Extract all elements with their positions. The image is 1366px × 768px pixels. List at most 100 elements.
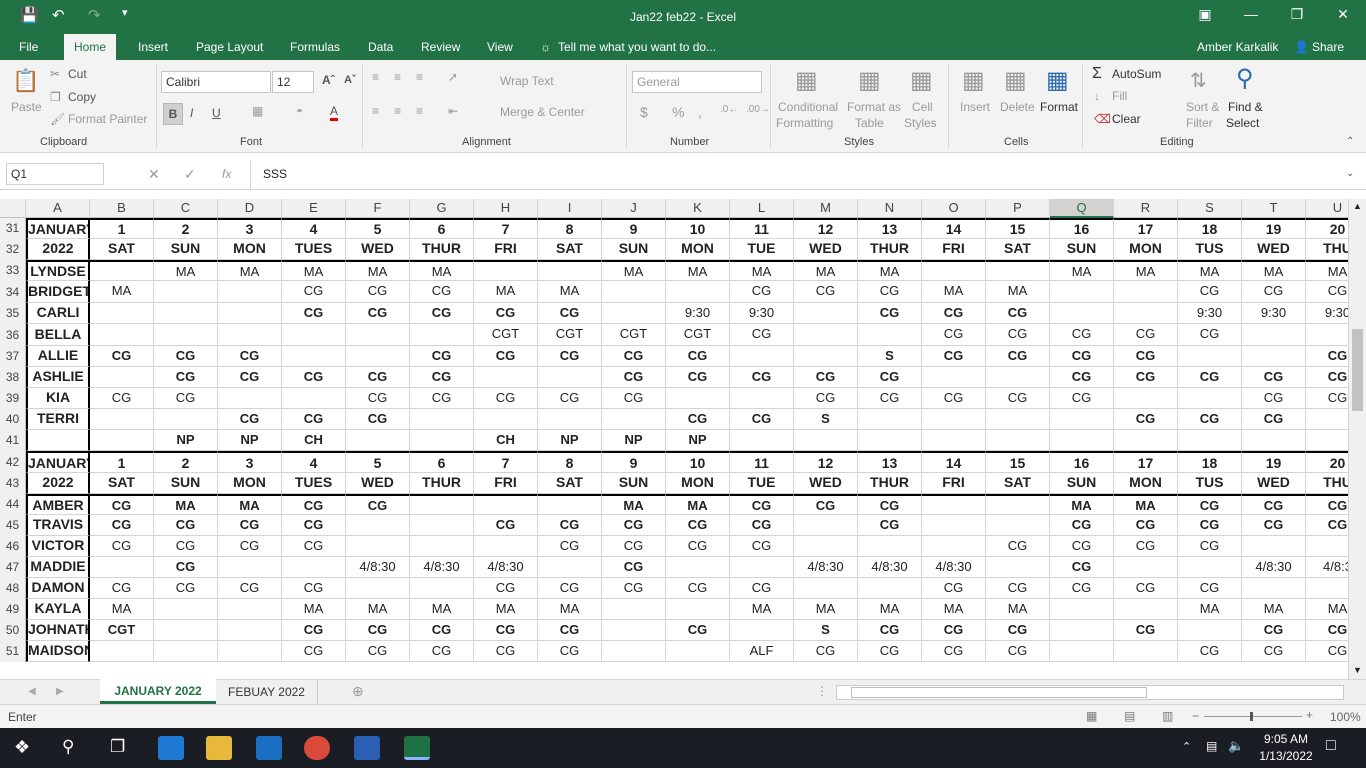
grid-cell[interactable] (90, 641, 154, 662)
grid-cell[interactable] (1050, 641, 1114, 662)
grid-cell[interactable] (730, 557, 794, 578)
grid-cell[interactable]: 4/8:30 (474, 557, 538, 578)
row-header[interactable]: 41 (0, 430, 26, 451)
column-header[interactable]: N (858, 199, 922, 218)
grid-cell[interactable]: CG (538, 346, 602, 367)
grid-cell[interactable] (602, 281, 666, 303)
grid-cell[interactable]: CG (346, 281, 410, 303)
row-header[interactable]: 48 (0, 578, 26, 599)
column-header[interactable]: I (538, 199, 602, 218)
grid-cell[interactable]: CG (218, 367, 282, 388)
grid-cell[interactable]: CG (666, 578, 730, 599)
grid-cell[interactable]: CG (794, 641, 858, 662)
grid-cell[interactable]: MON (666, 239, 730, 260)
grid-cell[interactable]: VICTOR (26, 536, 90, 557)
grid-cell[interactable]: CG (1178, 409, 1242, 430)
close-icon[interactable]: ✕ (1328, 6, 1358, 23)
formula-input[interactable]: SSS (250, 160, 1346, 189)
hscroll-thumb[interactable] (851, 687, 1147, 698)
grid-cell[interactable] (858, 578, 922, 599)
grid-cell[interactable]: CG (218, 578, 282, 599)
grid-cell[interactable]: MA (1050, 260, 1114, 281)
grid-cell[interactable]: 14 (922, 451, 986, 473)
grid-cell[interactable]: CG (1114, 346, 1178, 367)
grid-cell[interactable]: CG (922, 388, 986, 409)
grid-cell[interactable] (1114, 281, 1178, 303)
grid-cell[interactable] (602, 641, 666, 662)
grid-cell[interactable]: CG (986, 388, 1050, 409)
grid-cell[interactable]: CG (410, 303, 474, 324)
zoom-slider[interactable] (1204, 716, 1302, 717)
cancel-entry-icon[interactable]: ✕ (148, 166, 160, 183)
grid-cell[interactable]: CG (1242, 281, 1306, 303)
grid-cell[interactable]: 9:30 (1178, 303, 1242, 324)
grid-cell[interactable] (922, 494, 986, 515)
grid-cell[interactable]: CG (538, 620, 602, 641)
grid-cell[interactable]: MA (922, 599, 986, 620)
grid-cell[interactable]: THU (1306, 473, 1348, 494)
row-header[interactable]: 37 (0, 346, 26, 367)
grid-cell[interactable]: CG (282, 536, 346, 557)
grid-cell[interactable] (1114, 557, 1178, 578)
grid-cell[interactable]: MA (1306, 599, 1348, 620)
grid-cell[interactable] (986, 494, 1050, 515)
grid-cell[interactable]: CG (218, 346, 282, 367)
grid-cell[interactable]: CG (538, 515, 602, 536)
grid-cell[interactable]: MA (666, 494, 730, 515)
grid-cell[interactable]: CG (1178, 324, 1242, 346)
grid-cell[interactable]: MAIDSON (26, 641, 90, 662)
find-label[interactable]: Find & (1228, 100, 1263, 114)
grid-cell[interactable] (986, 409, 1050, 430)
grid-cell[interactable]: CG (1114, 536, 1178, 557)
grid-cell[interactable]: NP (538, 430, 602, 451)
grid-cell[interactable]: MA (858, 260, 922, 281)
grid-cell[interactable] (666, 388, 730, 409)
grid-cell[interactable]: CG (474, 346, 538, 367)
grid-cell[interactable]: CG (410, 388, 474, 409)
percent-button[interactable]: % (672, 104, 684, 120)
grid-cell[interactable]: CG (282, 281, 346, 303)
zoom-level[interactable]: 100% (1330, 710, 1361, 724)
grid-cell[interactable]: BELLA (26, 324, 90, 346)
grid-cell[interactable]: CG (666, 620, 730, 641)
grid-cell[interactable]: CH (282, 430, 346, 451)
grid-cell[interactable]: CG (1114, 324, 1178, 346)
clear-button[interactable]: Clear (1112, 112, 1141, 126)
grid-cell[interactable]: BRIDGET (26, 281, 90, 303)
grid-cell[interactable]: CG (538, 536, 602, 557)
grid-cell[interactable] (1178, 388, 1242, 409)
grid-cell[interactable]: CGT (474, 324, 538, 346)
grid-cell[interactable]: 18 (1178, 218, 1242, 239)
grid-cell[interactable]: MA (1050, 494, 1114, 515)
grid-cell[interactable]: CG (730, 324, 794, 346)
grid-cell[interactable]: CG (1242, 409, 1306, 430)
collapse-ribbon-icon[interactable]: ⌃ (1346, 136, 1354, 147)
column-header[interactable]: R (1114, 199, 1178, 218)
grid-cell[interactable]: MON (1114, 239, 1178, 260)
column-header[interactable]: F (346, 199, 410, 218)
grid-cell[interactable]: 19 (1242, 451, 1306, 473)
select-label[interactable]: Select (1226, 116, 1259, 130)
grid-cell[interactable] (922, 409, 986, 430)
select-all-corner[interactable] (0, 199, 26, 218)
vertical-scrollbar[interactable]: ▲ ▼ (1348, 199, 1366, 679)
delete-cells-button[interactable]: Delete (1000, 100, 1035, 114)
grid-cell[interactable] (1114, 303, 1178, 324)
grid-cell[interactable] (154, 409, 218, 430)
grid-cell[interactable]: CG (1306, 494, 1348, 515)
grid-cell[interactable] (1050, 303, 1114, 324)
grid-cell[interactable] (858, 324, 922, 346)
grid-cell[interactable]: SAT (986, 239, 1050, 260)
grid-cell[interactable]: CG (922, 346, 986, 367)
grid-cell[interactable]: CG (410, 281, 474, 303)
grid-cell[interactable] (1050, 620, 1114, 641)
grid-cell[interactable]: CG (602, 515, 666, 536)
grid-cell[interactable]: CG (858, 641, 922, 662)
grid-cell[interactable]: 12 (794, 218, 858, 239)
grid-cell[interactable] (1114, 388, 1178, 409)
user-name[interactable]: Amber Karkalik (1197, 40, 1278, 54)
tab-data[interactable]: Data (368, 40, 393, 54)
sort-label[interactable]: Sort & (1186, 100, 1219, 114)
grid-cell[interactable]: CG (282, 578, 346, 599)
grid-cell[interactable]: 12 (794, 451, 858, 473)
